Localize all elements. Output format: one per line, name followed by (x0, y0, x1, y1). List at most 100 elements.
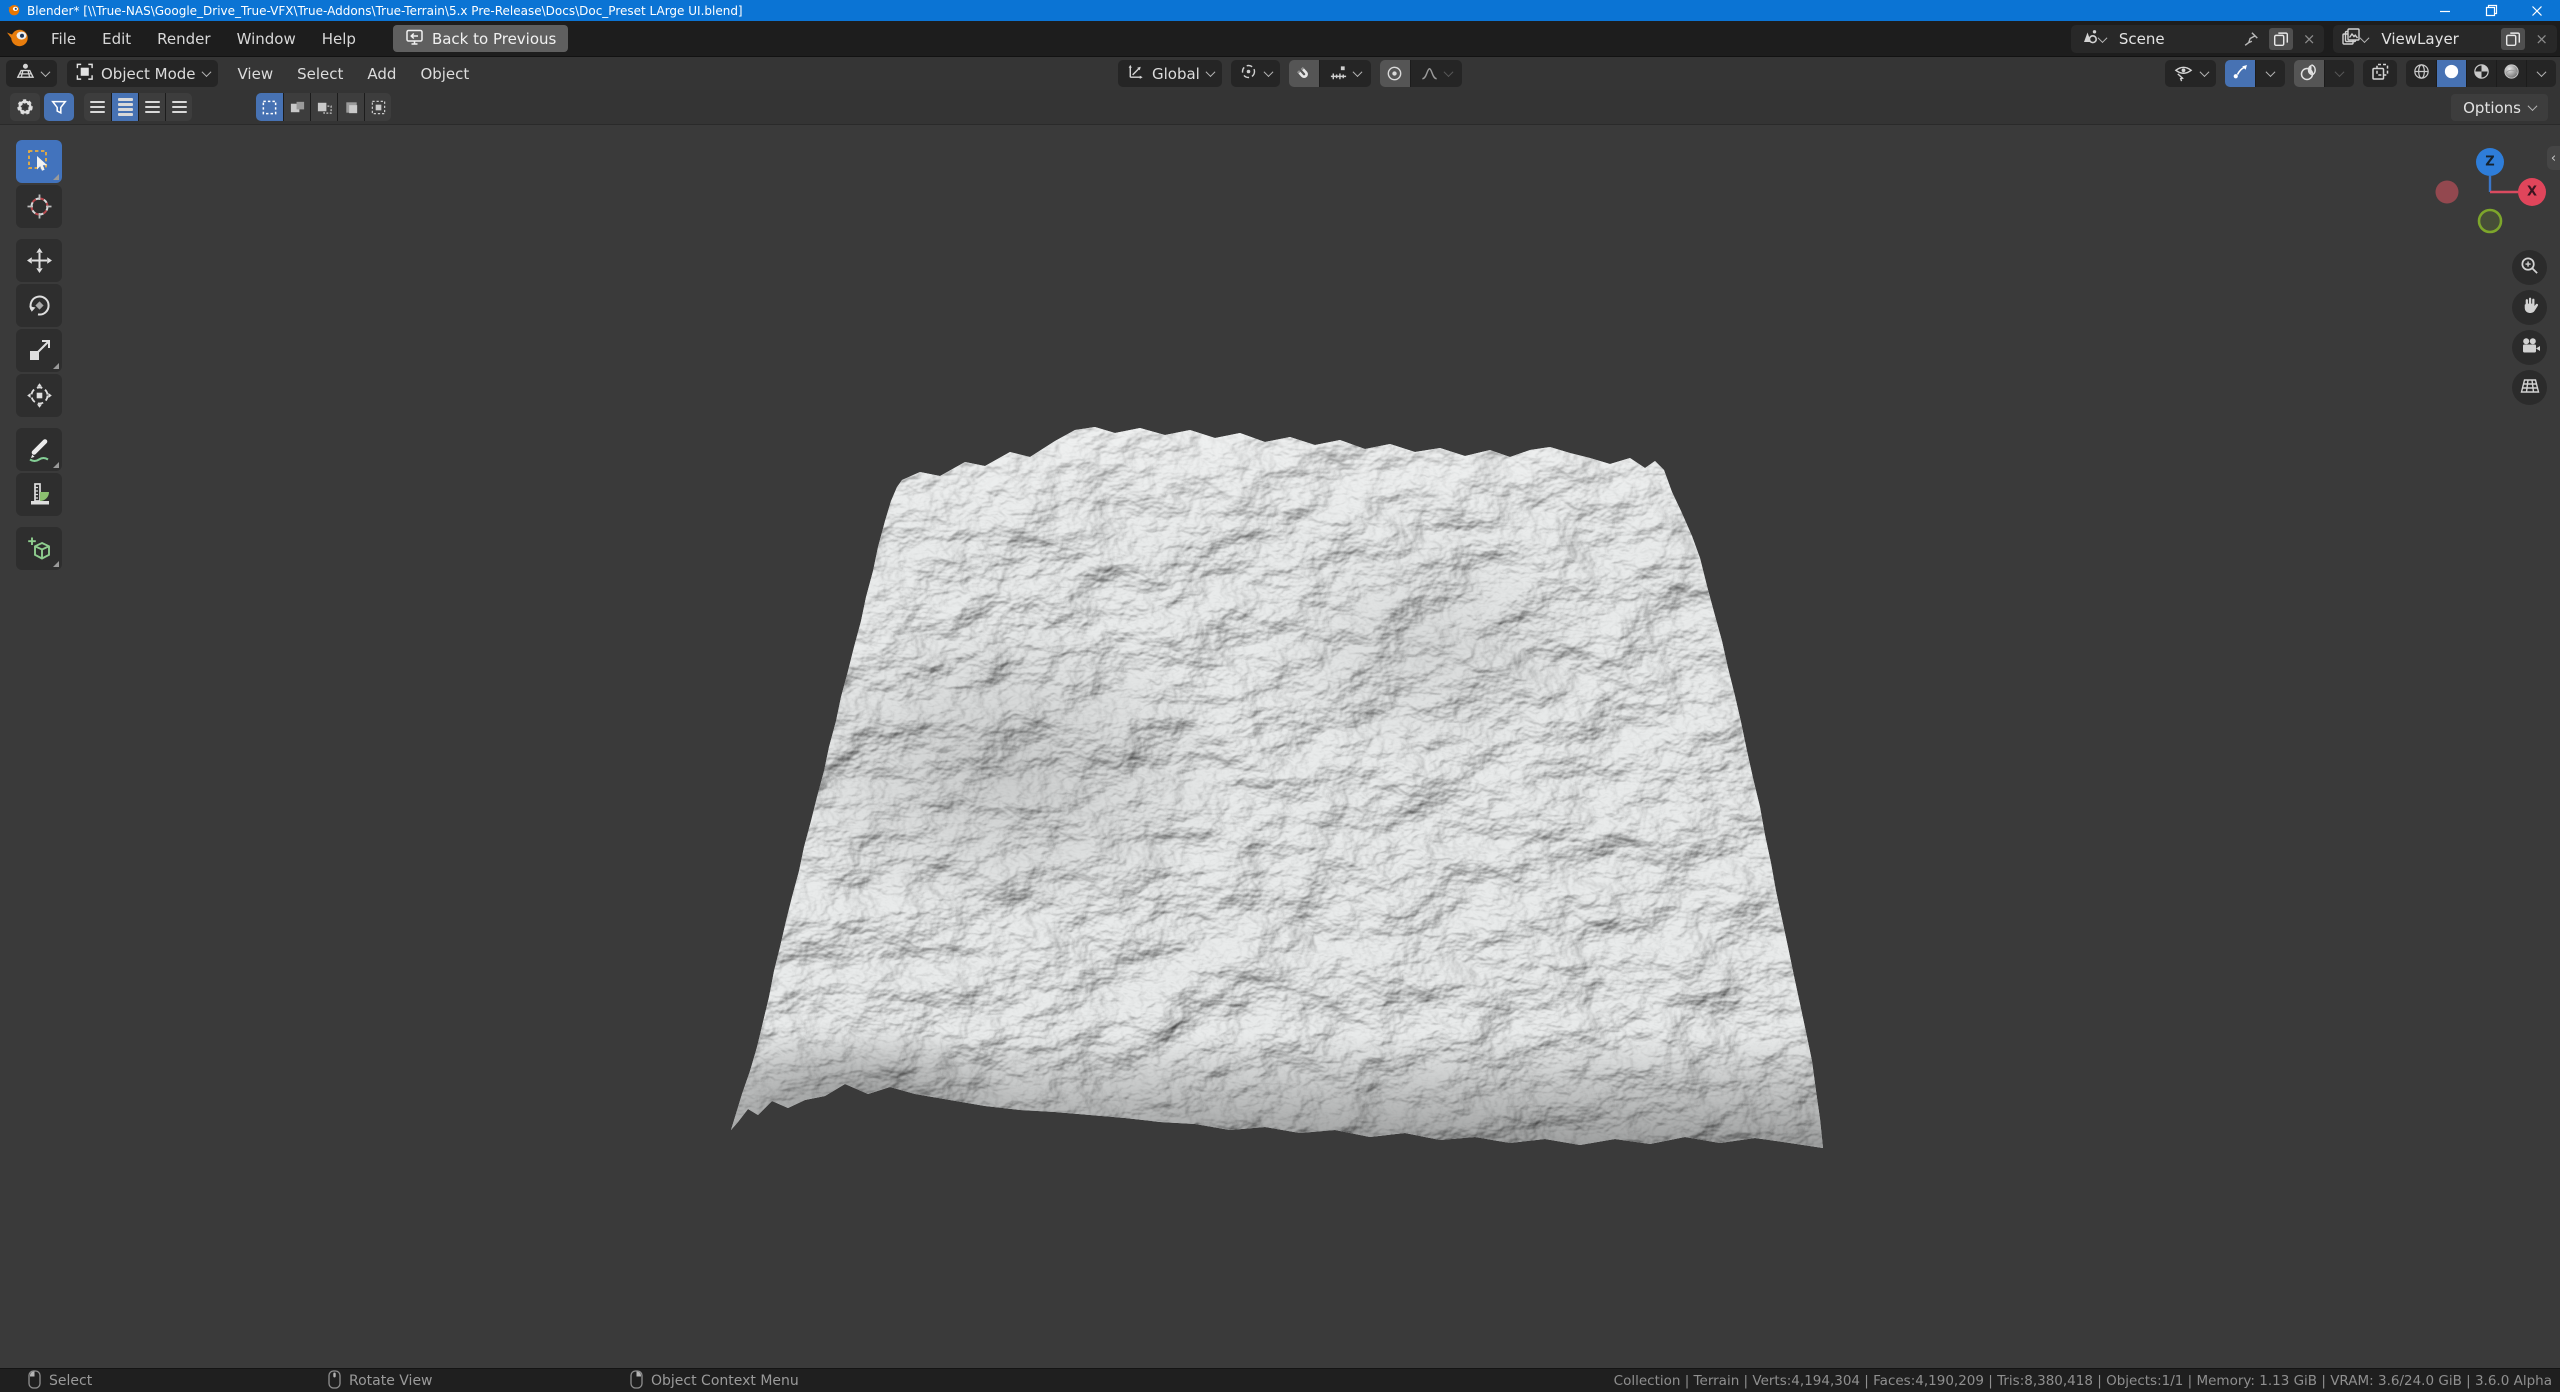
camera-view-button[interactable] (2512, 330, 2547, 365)
shading-wireframe-button[interactable] (2406, 60, 2436, 87)
overlay-controls (2294, 60, 2354, 87)
remove-view-layer-icon[interactable]: × (2531, 30, 2552, 48)
select-mode-intersect[interactable] (364, 93, 391, 121)
transform-orientation-dropdown[interactable]: Global (1118, 60, 1222, 87)
show-gizmo-toggle[interactable] (2225, 60, 2255, 87)
tool-settings-gear-icon[interactable] (10, 93, 40, 121)
blender-window: Blender* [\\True-NAS\Google_Drive_True-V… (0, 0, 2560, 1392)
tool-select-box[interactable] (16, 140, 62, 183)
select-mode-buttons (256, 93, 391, 121)
snap-with-dropdown[interactable] (1318, 60, 1371, 87)
overlays-icon (2299, 62, 2319, 86)
tool-rotate[interactable] (16, 284, 62, 327)
gizmo-dropdown[interactable] (2255, 60, 2285, 87)
toggle-xray-button[interactable] (2363, 60, 2397, 87)
scene-statistics: Collection | Terrain | Verts:4,194,304 |… (1613, 1373, 2552, 1389)
mouse-right-icon (630, 1369, 643, 1392)
window-titlebar[interactable]: Blender* [\\True-NAS\Google_Drive_True-V… (0, 0, 2560, 21)
display-density-buttons (84, 93, 192, 121)
tool-measure[interactable] (16, 473, 62, 516)
gizmo-controls (2225, 60, 2285, 87)
gizmo-z-label[interactable]: Z (2485, 155, 2494, 170)
scene-selector: Scene × (2070, 25, 2325, 53)
mode-selector-dropdown[interactable]: Object Mode (67, 60, 218, 87)
pan-view-button[interactable] (2512, 290, 2547, 325)
pivot-point-dropdown[interactable] (1230, 60, 1280, 87)
minimize-button[interactable] (2422, 0, 2468, 21)
density-option-2[interactable] (111, 93, 138, 121)
menu-edit[interactable]: Edit (89, 25, 144, 52)
unlink-scene-icon[interactable]: × (2299, 30, 2320, 48)
proportional-edit-controls (1379, 60, 1462, 87)
shading-material-button[interactable] (2466, 60, 2496, 87)
pin-icon[interactable] (2239, 28, 2263, 50)
density-option-4[interactable] (165, 93, 192, 121)
sidebar-collapse-arrow[interactable]: ‹ (2547, 146, 2560, 170)
wireframe-sphere-icon (2412, 62, 2431, 85)
show-overlays-toggle[interactable] (2294, 60, 2324, 87)
terrain-mesh-object[interactable] (690, 395, 1850, 1185)
tool-transform[interactable] (16, 374, 62, 417)
navigation-gizmo[interactable]: Z X (2428, 144, 2556, 242)
object-mode-icon (75, 62, 94, 85)
magnifier-icon (2519, 255, 2540, 280)
viewport-header: Object Mode View Select Add Object Globa… (0, 57, 2560, 90)
editor-type-dropdown[interactable] (6, 60, 57, 87)
select-mode-invert[interactable] (337, 93, 364, 121)
overlays-dropdown[interactable] (2324, 60, 2354, 87)
solid-sphere-icon (2442, 62, 2461, 85)
menu-select[interactable]: Select (285, 60, 355, 87)
scene-name[interactable]: Scene (2115, 30, 2233, 48)
mouse-left-icon (28, 1369, 41, 1392)
orientation-axes-icon (1126, 62, 1145, 85)
proportional-falloff-dropdown[interactable] (1409, 60, 1462, 87)
menu-file[interactable]: File (38, 25, 89, 52)
shading-dropdown[interactable] (2526, 60, 2556, 87)
view-layer-selector: ViewLayer × (2333, 25, 2557, 53)
view-layer-name[interactable]: ViewLayer (2377, 30, 2495, 48)
grid-icon (2519, 375, 2541, 401)
menu-object[interactable]: Object (408, 60, 481, 87)
tool-annotate[interactable] (16, 428, 62, 471)
blender-logo-icon[interactable] (6, 26, 30, 52)
tool-options-dropdown[interactable]: Options (2451, 94, 2548, 121)
select-mode-set[interactable] (256, 93, 283, 121)
zoom-view-button[interactable] (2512, 250, 2547, 285)
tool-move[interactable] (16, 239, 62, 282)
snap-toggle-magnet-icon[interactable] (1288, 60, 1319, 87)
menu-view[interactable]: View (226, 60, 286, 87)
restore-button[interactable] (2468, 0, 2514, 21)
menu-help[interactable]: Help (309, 25, 369, 52)
gizmo-x-label[interactable]: X (2527, 185, 2537, 200)
scene-browse-dropdown[interactable] (2076, 28, 2109, 50)
menu-add[interactable]: Add (355, 60, 408, 87)
select-mode-subtract[interactable] (310, 93, 337, 121)
status-bar: Select Rotate View Object Context Menu C… (0, 1368, 2560, 1392)
tool-settings-bar: Options (0, 90, 2560, 125)
new-scene-icon[interactable] (2268, 28, 2293, 50)
shading-mode-controls (2406, 60, 2556, 87)
close-button[interactable] (2514, 0, 2560, 21)
viewport-3d[interactable]: Z X ‹ (0, 126, 2560, 1368)
view-layer-browse-dropdown[interactable] (2338, 28, 2371, 50)
keymap-hint-rotate-view: Rotate View (328, 1369, 433, 1392)
back-to-previous-button[interactable]: Back to Previous (392, 25, 569, 52)
object-type-visibility-dropdown[interactable] (2165, 60, 2216, 87)
tool-scale[interactable] (16, 329, 62, 372)
toggle-ortho-grid-button[interactable] (2512, 370, 2547, 405)
select-mode-extend[interactable] (283, 93, 310, 121)
filter-funnel-button[interactable] (44, 93, 74, 121)
snapping-controls (1288, 60, 1371, 87)
shading-solid-button[interactable] (2436, 60, 2466, 87)
density-option-1[interactable] (84, 93, 111, 121)
density-option-3[interactable] (138, 93, 165, 121)
proportional-edit-icon[interactable] (1379, 60, 1410, 87)
tool-3d-cursor[interactable] (16, 185, 62, 228)
menu-render[interactable]: Render (144, 25, 223, 52)
menu-window[interactable]: Window (224, 25, 309, 52)
mouse-middle-icon (328, 1369, 341, 1392)
shading-rendered-button[interactable] (2496, 60, 2526, 87)
tool-add-cube[interactable] (16, 527, 62, 570)
new-view-layer-icon[interactable] (2501, 28, 2526, 50)
viewport-editor-icon (14, 61, 35, 86)
